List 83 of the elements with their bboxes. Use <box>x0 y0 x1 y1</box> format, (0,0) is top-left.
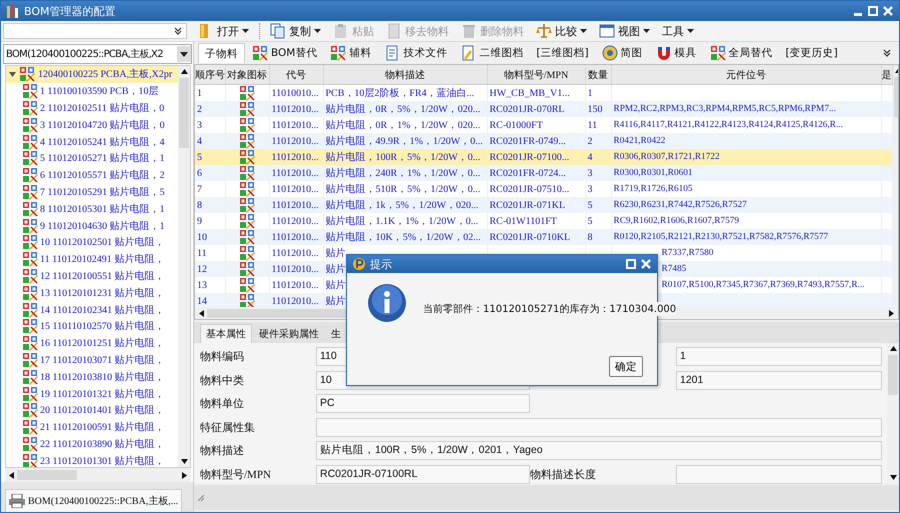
table-cell: 贴片电阻，10K，5%，1/20W，02... <box>326 232 481 243</box>
table-cell: R0107,R5100,R7345,R7367,R7369,R7493,R7557,R... <box>662 280 865 290</box>
table-cell: 贴片 <box>326 280 346 291</box>
table-cell: 11012010... <box>272 232 319 242</box>
field-label: 物料编码 <box>200 351 244 364</box>
table-cell: R6230,R6231,R7442,R7526,R7527 <box>614 200 747 210</box>
table-cell: RC-01000FT <box>490 120 543 130</box>
field-label: 物料描述长度 <box>530 468 596 481</box>
table-cell: 贴片电阻，240R，1%，1/20W，0... <box>326 168 480 179</box>
field-label: 物料型号/MPN <box>200 468 271 481</box>
table-cell: 贴片 <box>326 264 346 275</box>
table-cell: 12 <box>197 264 207 274</box>
table-cell: 贴片电阻，0R，1%，1/20W，020... <box>326 120 480 131</box>
table-cell: 6 <box>197 168 202 178</box>
table-cell: 4 <box>588 152 592 162</box>
table-cell: RPM2,RC2,RPM3,RC3,RPM4,RPM5,RC5,RPM6,RPM7... <box>614 104 836 114</box>
table-cell: 11012010... <box>272 200 319 210</box>
table-cell: 贴片 <box>326 248 346 259</box>
table-cell: 贴片电阻，510R，5%，1/20W，0... <box>326 184 480 195</box>
table-cell: 150 <box>588 104 602 114</box>
table-cell: 3 <box>588 168 592 178</box>
table-cell: 11012010... <box>272 280 319 290</box>
table-cell: PCB，10层2阶板，FR4，蓝油白... <box>326 88 474 99</box>
table-cell: 9 <box>197 216 202 226</box>
table-cell: HW_CB_MB_V1... <box>490 88 570 98</box>
table-cell: 11012010... <box>272 216 319 226</box>
table-cell: R0306,R0307,R1721,R1722 <box>614 152 720 162</box>
table-cell: 11012010... <box>272 136 319 146</box>
table-cell: 贴片 <box>326 296 346 307</box>
table-cell: R1719,R1726,R6105 <box>614 184 693 194</box>
table-cell: 11012010... <box>272 264 319 274</box>
table-cell: 11 <box>588 120 598 130</box>
table-cell: RC9,R1602,R1606,R1607,R7579 <box>614 216 740 226</box>
table-cell: 8 <box>588 232 592 242</box>
table-cell: 11012010... <box>272 152 319 162</box>
table-cell: 贴片电阻，1.1K，1%，1/20W，0... <box>326 216 478 227</box>
field-label: 物料中类 <box>200 374 244 387</box>
table-cell: 11012010... <box>272 184 319 194</box>
table-cell: 14 <box>197 296 207 306</box>
table-cell: RC-01W1101FT <box>490 216 557 226</box>
table-cell: 11012010... <box>272 296 319 306</box>
table-cell: 13 <box>197 280 207 290</box>
field-label: 物料描述 <box>200 445 244 458</box>
table-cell: R0421,R0422 <box>614 136 666 146</box>
table-cell: RC0201JR-070RL <box>490 104 565 114</box>
table-cell: 11012010... <box>272 168 319 178</box>
table-cell: RC0201JR-07510... <box>490 184 570 194</box>
table-cell: 贴片电阻，1k，5%，1/20W，020... <box>326 200 479 211</box>
table-cell: 4 <box>197 136 202 146</box>
window-title: BOM管理器的配置 <box>24 4 116 18</box>
table-cell: 11012010... <box>272 248 319 258</box>
table-cell: R7485 <box>662 264 686 274</box>
table-cell: 贴片电阻，100R，5%，1/20W，0... <box>326 152 480 163</box>
table-cell: 1 <box>588 88 592 98</box>
table-cell: RC0201FR-0724... <box>490 168 566 178</box>
table-cell: R0300,R0301,R0601 <box>614 168 693 178</box>
table-cell: 贴片电阻，49.9R，1%，1/20W，0... <box>326 136 483 147</box>
table-cell: 8 <box>197 200 202 210</box>
table-cell: 5 <box>588 216 592 226</box>
table-cell: 5 <box>588 200 592 210</box>
table-cell: R4116,R4117,R4121,R4122,R4123,R4124,R4125,R4126,R... <box>614 120 843 130</box>
table-cell: R7337,R7580 <box>662 248 714 258</box>
table-cell: 11012010... <box>272 104 319 114</box>
table-cell: RC0201JR-0710KL <box>490 232 570 242</box>
dialog-message: 当前零部件：110120105271的库存为：1710304.000 <box>423 302 676 316</box>
table-cell: RC0201JR-07100... <box>490 152 570 162</box>
table-cell: 2 <box>197 104 202 114</box>
table-cell: RC0201FR-0749... <box>490 136 566 146</box>
table-cell: R0120,R2105,R2121,R2130,R7521,R7582,R7576,R7577 <box>614 232 828 242</box>
table-cell: 11010010... <box>272 88 319 98</box>
table-cell: 贴片电阻，0R，5%，1/20W，020... <box>326 104 480 115</box>
table-cell: 7 <box>197 184 202 194</box>
field-label: 物料单位 <box>200 398 244 410</box>
field-label: 特征属性集 <box>200 422 255 434</box>
table-cell: 5 <box>197 152 202 162</box>
table-cell: 1 <box>197 88 202 98</box>
table-cell: 3 <box>588 184 592 194</box>
table-cell: 11 <box>197 248 207 258</box>
table-cell: 2 <box>588 136 592 146</box>
table-cell: 11012010... <box>272 120 319 130</box>
table-cell: 10 <box>197 232 207 242</box>
table-cell: RC0201JR-071KL <box>490 200 566 210</box>
table-cell: 3 <box>197 120 202 130</box>
